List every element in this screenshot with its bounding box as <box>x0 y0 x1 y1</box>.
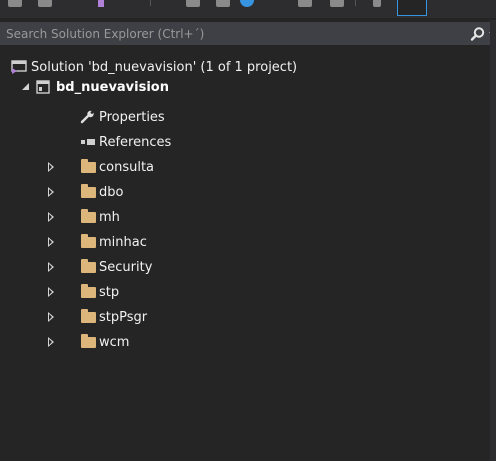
toolbar-button-icon[interactable] <box>330 0 344 7</box>
toolbar-button-icon[interactable] <box>216 0 230 7</box>
tree-item-folder[interactable]: Security <box>0 257 490 277</box>
tree-item-folder[interactable]: consulta <box>0 157 490 177</box>
references-label: References <box>99 134 172 150</box>
folder-label: Security <box>99 259 153 275</box>
collapsed-arrow-icon[interactable] <box>48 312 54 322</box>
toolbar-button-icon[interactable] <box>8 0 22 7</box>
tree-item-solution[interactable]: Solution 'bd_nuevavision' (1 of 1 projec… <box>0 57 490 77</box>
solution-icon <box>11 60 27 74</box>
folder-icon <box>81 184 96 198</box>
folder-icon <box>81 259 96 273</box>
folder-label: mh <box>99 209 120 225</box>
toolbar <box>0 0 496 18</box>
folder-icon <box>81 284 96 298</box>
tree-item-folder[interactable]: stpPsgr <box>0 307 490 327</box>
references-icon <box>81 139 95 145</box>
toolbar-button-icon[interactable] <box>298 0 312 7</box>
tree-item-folder[interactable]: mh <box>0 207 490 227</box>
refresh-icon[interactable] <box>240 0 254 7</box>
folder-label: dbo <box>99 184 124 200</box>
folder-label: minhac <box>99 234 147 250</box>
tree-item-folder[interactable]: dbo <box>0 182 490 202</box>
tree-item-references[interactable]: References <box>0 132 490 152</box>
search-icon[interactable] <box>470 26 486 42</box>
properties-label: Properties <box>99 109 165 125</box>
project-icon <box>36 80 50 94</box>
collapsed-arrow-icon[interactable] <box>48 187 54 197</box>
wrench-icon <box>80 110 94 124</box>
collapsed-arrow-icon[interactable] <box>48 287 54 297</box>
tree-item-folder[interactable]: stp <box>0 282 490 302</box>
tree-item-folder[interactable]: minhac <box>0 232 490 252</box>
toolbar-button-icon[interactable] <box>186 0 200 7</box>
folder-icon <box>81 234 96 248</box>
toolbar-button-icon[interactable] <box>38 0 52 7</box>
toolbar-toggle-button[interactable] <box>397 0 427 16</box>
toolbar-button-icon[interactable] <box>98 0 104 7</box>
folder-label: wcm <box>99 334 130 350</box>
folder-label: stpPsgr <box>99 309 148 325</box>
folder-label: consulta <box>99 159 155 175</box>
collapsed-arrow-icon[interactable] <box>48 237 54 247</box>
tree-item-folder[interactable]: wcm <box>0 332 490 352</box>
collapsed-arrow-icon[interactable] <box>48 162 54 172</box>
tree-item-project[interactable]: bd_nuevavision <box>0 77 490 97</box>
collapsed-arrow-icon[interactable] <box>48 337 54 347</box>
toolbar-separator <box>355 0 356 6</box>
toolbar-separator <box>150 0 151 6</box>
folder-icon <box>81 209 96 223</box>
search-input-placeholder[interactable]: Search Solution Explorer (Ctrl+´) <box>6 27 204 41</box>
collapsed-arrow-icon[interactable] <box>48 262 54 272</box>
folder-icon <box>81 159 96 173</box>
collapsed-arrow-icon[interactable] <box>48 212 54 222</box>
search-box[interactable]: Search Solution Explorer (Ctrl+´) <box>0 22 496 45</box>
panel-border <box>490 20 496 461</box>
folder-icon <box>81 334 96 348</box>
project-label: bd_nuevavision <box>56 79 169 95</box>
expanded-arrow-icon[interactable] <box>20 81 32 93</box>
solution-label: Solution 'bd_nuevavision' (1 of 1 projec… <box>31 59 298 75</box>
folder-label: stp <box>99 284 120 300</box>
folder-icon <box>81 309 96 323</box>
tree-item-properties[interactable]: Properties <box>0 107 490 127</box>
toolbar-button-icon[interactable] <box>373 0 381 7</box>
